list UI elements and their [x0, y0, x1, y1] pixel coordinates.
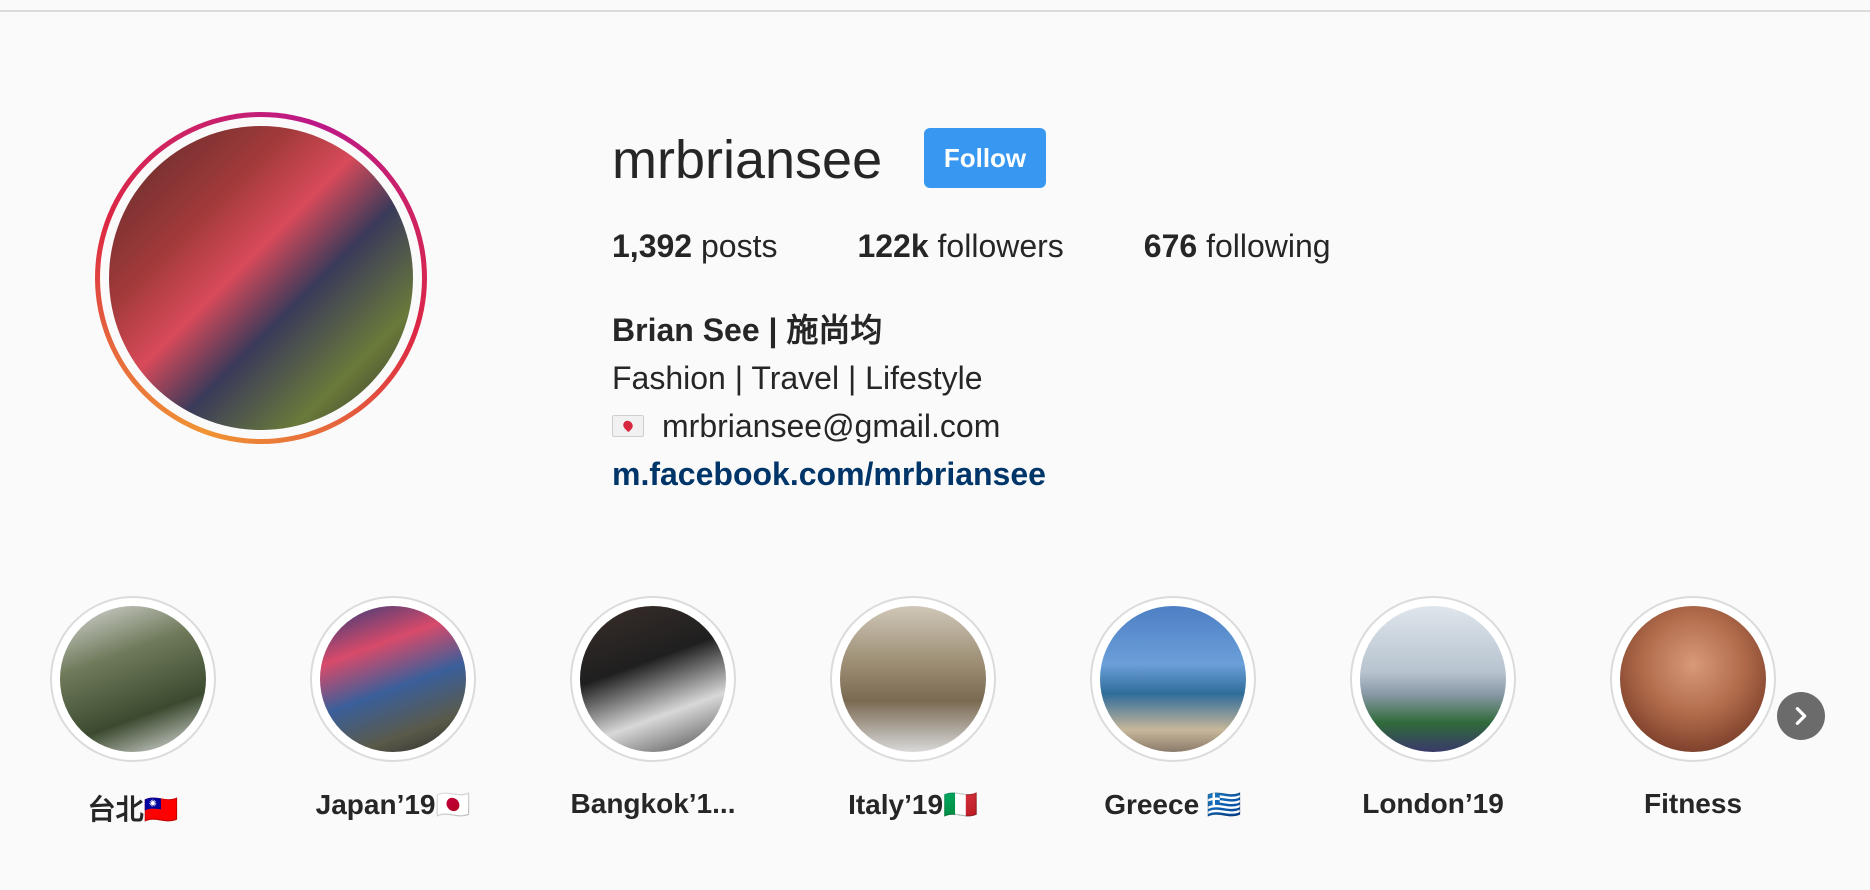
highlight-item[interactable]: Italy’19🇮🇹	[783, 596, 1043, 821]
profile-full-name: Brian See | 施尚均	[612, 312, 883, 348]
highlight-item[interactable]: London’19	[1303, 596, 1563, 820]
bio-email: mrbriansee@gmail.com	[662, 408, 1001, 444]
chevron-right-icon	[1795, 707, 1807, 725]
bio-text: Fashion | Travel | Lifestyle	[612, 360, 983, 396]
highlight-cover	[840, 606, 986, 752]
highlight-ring	[570, 596, 736, 762]
love-letter-icon	[612, 414, 644, 437]
highlight-item[interactable]: Japan’19🇯🇵	[263, 596, 523, 821]
highlight-ring	[310, 596, 476, 762]
follow-button[interactable]: Follow	[924, 128, 1046, 188]
highlight-label: Bangkok’1...	[570, 788, 736, 819]
highlight-item[interactable]: Greece 🇬🇷	[1043, 596, 1303, 821]
profile-username: mrbriansee	[612, 130, 883, 190]
stat-posts: 1,392 posts	[612, 226, 777, 266]
posts-label: posts	[700, 228, 778, 264]
highlight-label: 台北🇹🇼	[87, 794, 179, 825]
profile-stats: 1,392 posts 122k followers 676 following	[612, 226, 1411, 266]
top-divider	[0, 10, 1870, 12]
highlight-item[interactable]: Bangkok’1...	[523, 596, 783, 820]
highlight-ring	[1610, 596, 1776, 762]
highlight-label: Fitness	[1643, 788, 1743, 819]
highlight-label: Japan’19🇯🇵	[315, 789, 471, 820]
highlight-ring	[1090, 596, 1256, 762]
avatar-photo	[109, 126, 413, 430]
highlight-cover	[580, 606, 726, 752]
highlight-cover	[1100, 606, 1246, 752]
posts-count: 1,392	[612, 228, 693, 264]
highlight-label: Greece 🇬🇷	[1104, 789, 1242, 820]
followers-count: 122k	[857, 228, 929, 264]
highlight-cover	[1360, 606, 1506, 752]
profile-avatar[interactable]	[95, 112, 427, 444]
stat-followers[interactable]: 122k followers	[857, 226, 1063, 266]
highlight-label: London’19	[1362, 788, 1504, 819]
highlight-label: Italy’19🇮🇹	[848, 789, 978, 820]
highlights-next-button[interactable]	[1777, 692, 1825, 740]
followers-label: followers	[937, 228, 1064, 264]
profile-bio: Brian See | 施尚均 Fashion | Travel | Lifes…	[612, 306, 1046, 498]
bio-email-line: mrbriansee@gmail.com	[612, 402, 1046, 450]
following-label: following	[1206, 228, 1331, 264]
following-count: 676	[1143, 228, 1198, 264]
highlight-item[interactable]: 台北🇹🇼	[3, 596, 263, 828]
bio-link[interactable]: m.facebook.com/mrbriansee	[612, 450, 1046, 498]
highlight-cover	[320, 606, 466, 752]
highlight-cover	[1620, 606, 1766, 752]
story-highlights: 台北🇹🇼 Japan’19🇯🇵 Bangkok’1... Italy’19🇮🇹 …	[0, 596, 1870, 836]
highlight-ring	[830, 596, 996, 762]
highlight-cover	[60, 606, 206, 752]
highlight-ring	[1350, 596, 1516, 762]
highlight-ring	[50, 596, 216, 762]
stat-following[interactable]: 676 following	[1144, 226, 1331, 266]
